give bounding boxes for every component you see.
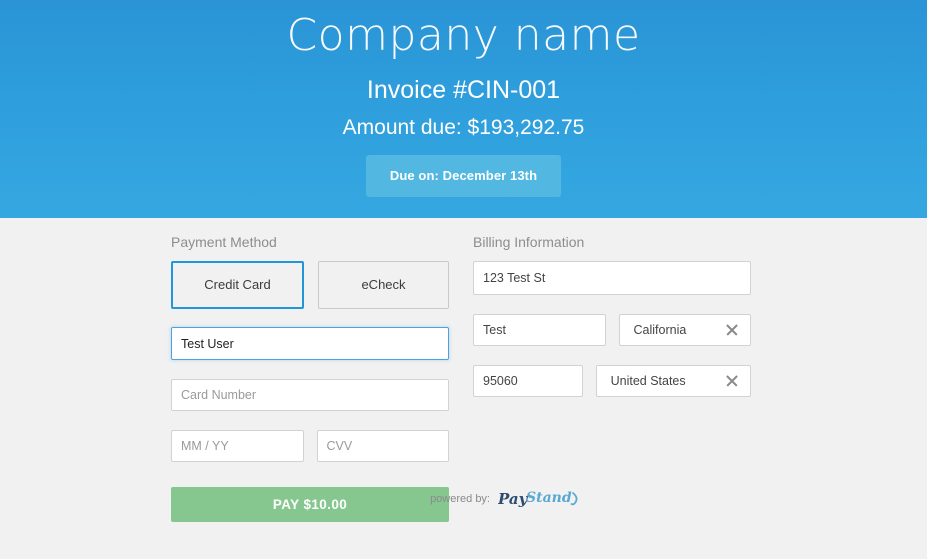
billing-state-value: California [633, 323, 687, 337]
card-expiry-input[interactable] [171, 430, 304, 462]
billing-zip-input[interactable] [473, 365, 583, 397]
payment-method-label: Payment Method [171, 234, 277, 250]
paystand-logo-stand: Stand [526, 490, 572, 506]
payment-method-column: Payment Method Credit Card eCheck PAY $1… [171, 218, 449, 522]
due-badge-container: Due on: December 13th [0, 155, 927, 197]
close-x-icon[interactable] [725, 323, 739, 337]
expiry-cvv-row [171, 430, 449, 462]
payment-method-tabs: Credit Card eCheck [171, 261, 449, 309]
billing-street-input[interactable] [473, 261, 751, 295]
card-number-input[interactable] [171, 379, 449, 411]
city-state-row: California [473, 314, 751, 346]
zip-country-row: United States [473, 365, 751, 397]
paystand-logo-pay: Pay [498, 490, 529, 508]
billing-country-value: United States [610, 374, 686, 388]
billing-city-input[interactable] [473, 314, 606, 346]
method-tab-credit-card[interactable]: Credit Card [171, 261, 304, 309]
close-x-icon[interactable] [725, 374, 739, 388]
billing-country-select[interactable]: United States [595, 365, 751, 397]
company-name: Company name [286, 10, 641, 61]
method-tab-echeck[interactable]: eCheck [318, 261, 449, 309]
billing-information-label: Billing Information [473, 234, 585, 250]
form-area: Payment Method Credit Card eCheck PAY $1… [0, 218, 927, 559]
card-cvv-input[interactable] [316, 430, 449, 462]
amount-due: Amount due: $193,292.75 [342, 116, 585, 139]
powered-by: powered by: Pay Stand [302, 487, 580, 511]
billing-state-select[interactable]: California [618, 314, 751, 346]
billing-information-column: Billing Information California United St… [473, 218, 751, 416]
paystand-logo-swash [570, 492, 578, 506]
paystand-logo: Pay Stand [498, 490, 578, 508]
cardholder-name-input[interactable] [171, 327, 449, 360]
invoice-header: Company name Invoice #CIN-001 Amount due… [0, 0, 927, 218]
invoice-number: Invoice #CIN-001 [366, 76, 561, 104]
powered-by-text: powered by: [430, 493, 490, 505]
due-date-badge: Due on: December 13th [365, 155, 562, 197]
